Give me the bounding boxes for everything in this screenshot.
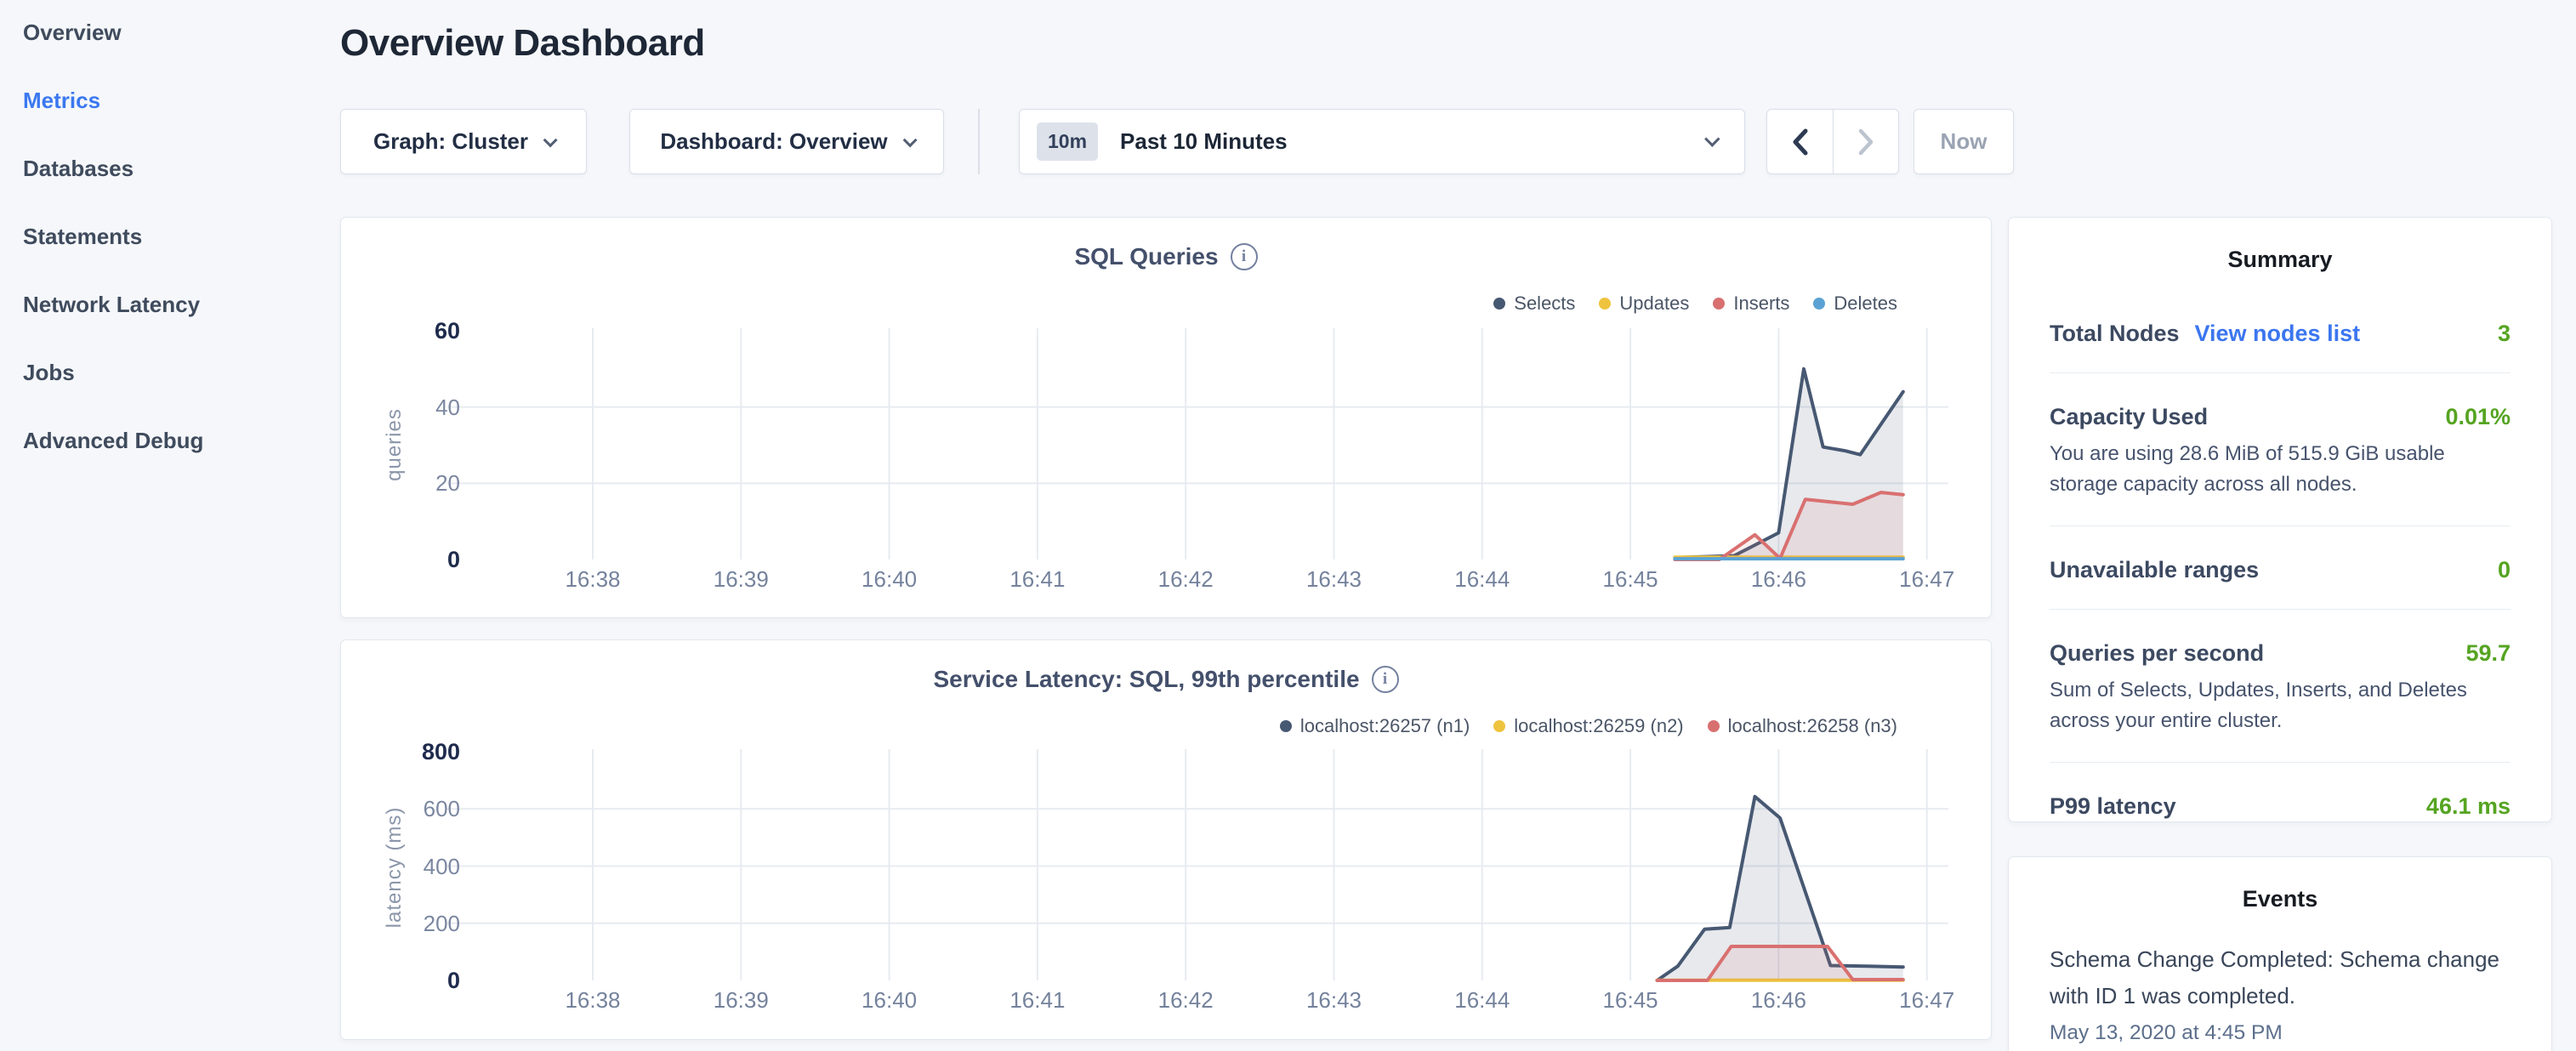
summary-panel: Summary Total Nodes View nodes list 3 Capac… [2008,217,2552,822]
now-button[interactable]: Now [1914,109,2014,174]
summary-title: Summary [2009,247,2551,273]
x-axis-tick: 16:38 [542,566,644,593]
x-axis-tick: 16:39 [690,987,792,1014]
x-axis-tick: 16:44 [1431,566,1533,593]
dashboard-dropdown-label: Dashboard: Overview [660,128,887,155]
summary-row-value: 59.7 [2465,640,2511,667]
x-axis-tick: 16:46 [1727,566,1829,593]
summary-row: Queries per second 59.7 Sum of Selects, Up… [2050,610,2511,763]
summary-row-label: Unavailable ranges [2050,557,2259,583]
y-axis-tick: 600 [375,796,460,821]
y-axis-tick: 20 [375,470,460,496]
x-axis-tick: 16:43 [1283,987,1385,1014]
chevron-right-icon [1857,128,1875,156]
events-title: Events [2009,886,2551,912]
summary-row: Total Nodes View nodes list 3 [2050,273,2511,373]
sql-queries-plot [341,218,1993,619]
controls-divider [978,109,980,174]
sidebar-item-advanced-debug[interactable]: Advanced Debug [23,424,203,457]
step-forward-button[interactable] [1833,110,1898,173]
service-latency-chart-card: Service Latency: SQL, 99th percentile i … [340,639,1992,1040]
x-axis-tick: 16:43 [1283,566,1385,593]
x-axis-tick: 16:40 [839,566,941,593]
x-axis-tick: 16:46 [1727,987,1829,1014]
time-step-buttons [1766,109,1899,174]
y-axis-tick: 200 [375,911,460,936]
event-timestamp: May 13, 2020 at 4:45 PM [2050,1021,2511,1045]
summary-row-value: 0 [2498,557,2511,583]
summary-row-value: 0.01% [2445,404,2511,430]
chevron-left-icon [1791,128,1810,156]
sidebar-item-network-latency[interactable]: Network Latency [23,288,200,321]
x-axis-tick: 16:47 [1876,566,1978,593]
view-nodes-list-link[interactable]: View nodes list [2195,321,2361,347]
x-axis-tick: 16:44 [1431,987,1533,1014]
x-axis-tick: 16:47 [1876,987,1978,1014]
x-axis-tick: 16:38 [542,987,644,1014]
step-back-button[interactable] [1767,110,1833,173]
summary-row-caption: You are using 28.6 MiB of 515.9 GiB usab… [2050,439,2511,500]
x-axis-tick: 16:42 [1134,987,1237,1014]
summary-row-caption: Sum of Selects, Updates, Inserts, and De… [2050,675,2511,736]
summary-row: Unavailable ranges 0 [2050,526,2511,610]
x-axis-tick: 16:41 [987,566,1089,593]
event-text: Schema Change Completed: Schema change w… [2050,941,2511,1014]
summary-row-value: 3 [2498,321,2511,347]
summary-row-label: Total Nodes [2050,321,2180,347]
sidebar-item-overview[interactable]: Overview [23,16,122,48]
summary-row: Capacity Used 0.01% You are using 28.6 MiB… [2050,373,2511,526]
summary-row-label: Capacity Used [2050,404,2208,430]
time-range-label: Past 10 Minutes [1120,128,1288,155]
x-axis-tick: 16:42 [1134,566,1237,593]
summary-row: P99 latency 46.1 ms [2050,763,2511,845]
sidebar: Overview Metrics Databases Statements Networ… [0,0,340,1051]
dashboard-dropdown[interactable]: Dashboard: Overview [629,109,944,174]
summary-row-value: 46.1 ms [2426,793,2511,820]
sidebar-item-databases[interactable]: Databases [23,152,134,185]
chevron-down-icon [543,133,558,147]
service-latency-plot [341,640,1993,1041]
summary-row-label: P99 latency [2050,793,2176,820]
time-range-selector[interactable]: 10m Past 10 Minutes [1019,109,1745,174]
sidebar-item-jobs[interactable]: Jobs [23,356,75,389]
x-axis-tick: 16:45 [1579,987,1681,1014]
sidebar-item-statements[interactable]: Statements [23,220,142,253]
time-range-badge: 10m [1037,122,1098,161]
x-axis-tick: 16:41 [987,987,1089,1014]
graph-dropdown-label: Graph: Cluster [373,128,528,155]
sql-queries-chart-card: SQL Queries i SelectsUpdatesInsertsDelet… [340,217,1992,618]
page-title: Overview Dashboard [340,22,705,65]
y-axis-tick: 60 [375,318,460,344]
x-axis-tick: 16:40 [839,987,941,1014]
y-axis-tick: 800 [375,739,460,764]
x-axis-tick: 16:45 [1579,566,1681,593]
now-button-label: Now [1941,128,1987,155]
chevron-down-icon [902,133,917,147]
x-axis-tick: 16:39 [690,566,792,593]
y-axis-tick: 0 [375,547,460,572]
y-axis-tick: 40 [375,395,460,420]
events-panel: Events Schema Change Completed: Schema c… [2008,856,2552,1051]
chevron-down-icon [1704,131,1720,146]
y-axis-tick: 0 [375,968,460,993]
sidebar-item-metrics[interactable]: Metrics [23,84,100,116]
graph-dropdown[interactable]: Graph: Cluster [340,109,587,174]
y-axis-tick: 400 [375,854,460,879]
summary-row-label: Queries per second [2050,640,2264,667]
